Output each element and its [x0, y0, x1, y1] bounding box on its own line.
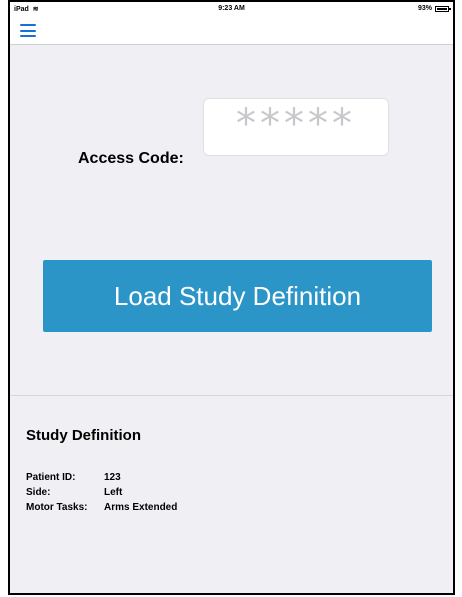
battery-percent: 93% [417, 5, 432, 12]
access-code-input[interactable]: ***** [203, 98, 389, 156]
access-code-label: Access Code: [78, 150, 184, 167]
menu-icon[interactable] [20, 24, 36, 37]
navigation-bar [10, 18, 453, 45]
battery-indicator: 93% [417, 5, 451, 12]
section-divider [10, 395, 453, 396]
side-label: Side: [26, 487, 51, 498]
motor-tasks-label: Motor Tasks: [26, 502, 88, 513]
status-time: 9:23 AM [218, 5, 245, 12]
battery-icon [435, 5, 451, 12]
status-bar: iPad ≋ 9:23 AM 93% [10, 2, 453, 18]
detail-row: Patient ID: 123 [26, 470, 177, 485]
study-definition-details: Patient ID: 123 Side: Left Motor Tasks: … [26, 470, 177, 515]
load-study-definition-button[interactable]: Load Study Definition [43, 260, 432, 332]
side-value: Left [104, 487, 123, 498]
patient-id-label: Patient ID: [26, 472, 76, 483]
detail-row: Side: Left [26, 485, 177, 500]
motor-tasks-value: Arms Extended [104, 502, 178, 513]
ipad-screen: iPad ≋ 9:23 AM 93% ***** Access Code: Lo… [8, 0, 455, 595]
detail-row: Motor Tasks: Arms Extended [26, 500, 177, 515]
study-definition-title: Study Definition [26, 427, 141, 444]
patient-id-value: 123 [104, 472, 121, 483]
